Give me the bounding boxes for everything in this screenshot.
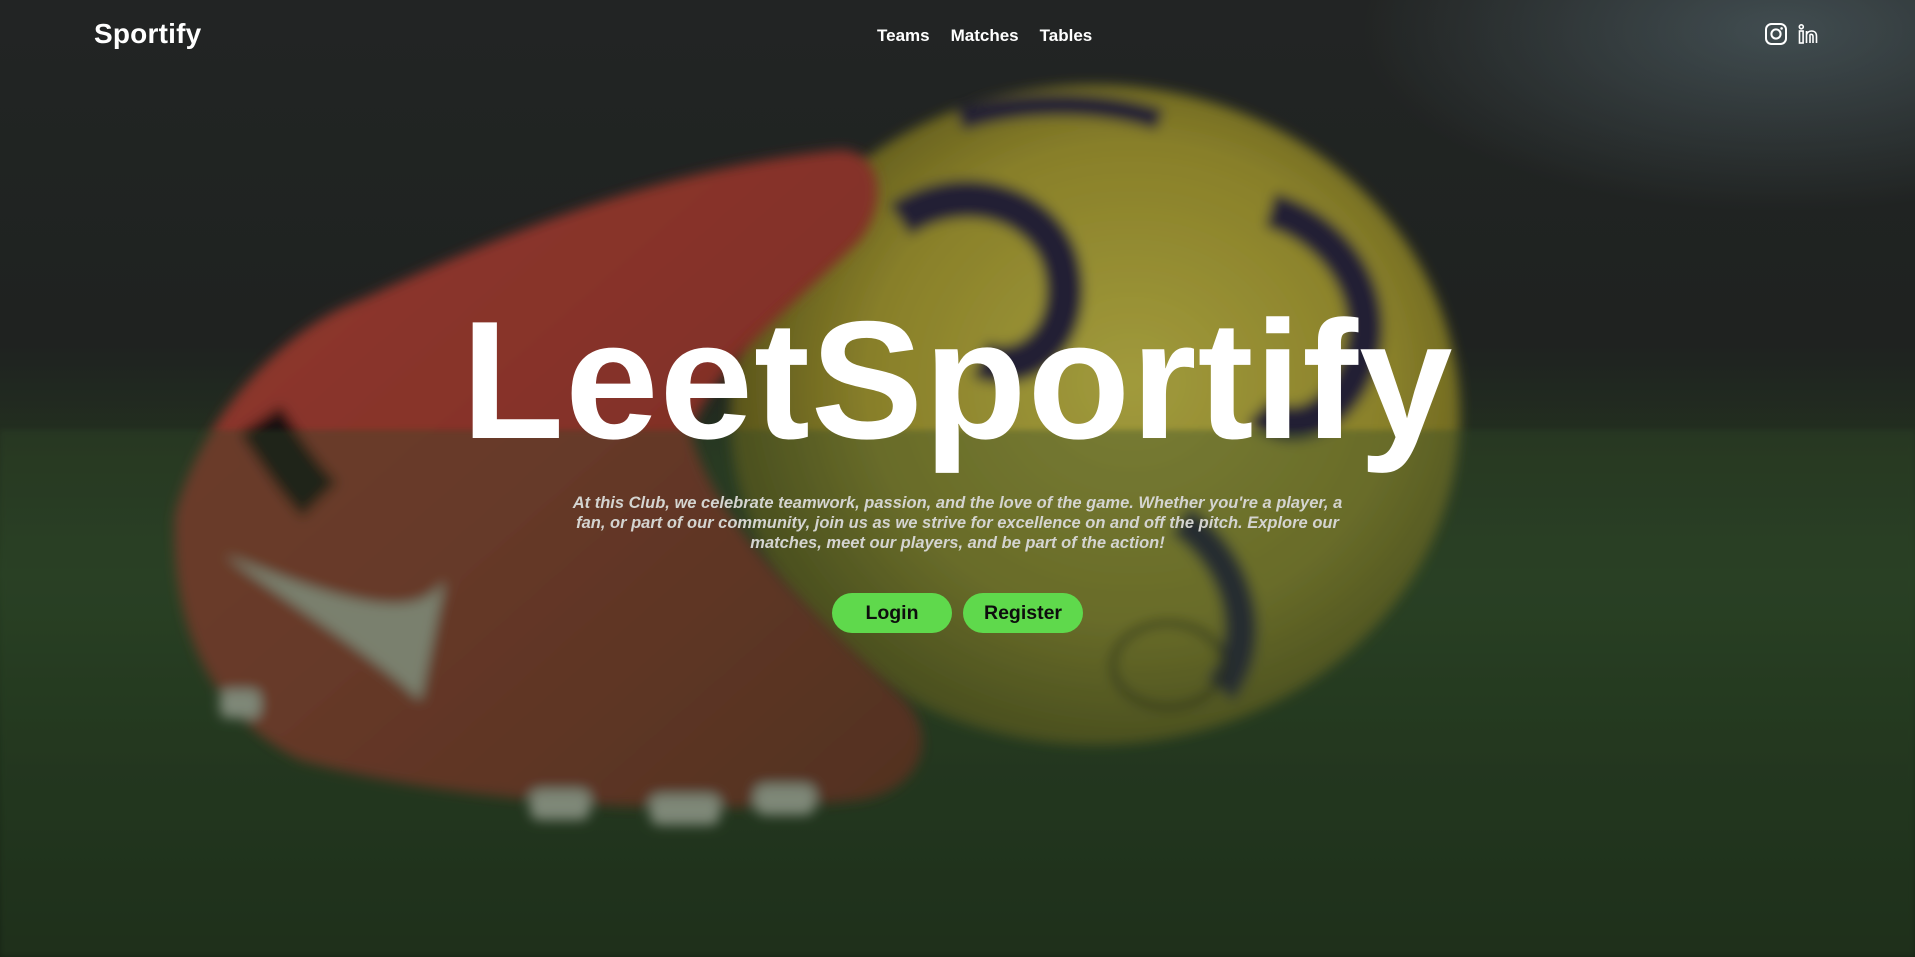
hero-tagline: At this Club, we celebrate teamwork, pas… bbox=[572, 494, 1343, 552]
login-button[interactable]: Login bbox=[832, 593, 952, 633]
hero-section: Sportify Teams Matches Tables LeetSporti… bbox=[0, 0, 1915, 957]
top-navbar: Sportify Teams Matches Tables bbox=[0, 0, 1915, 72]
register-button[interactable]: Register bbox=[963, 593, 1083, 633]
instagram-icon[interactable] bbox=[1764, 22, 1788, 51]
nav-link-tables[interactable]: Tables bbox=[1040, 26, 1093, 46]
linkedin-icon[interactable] bbox=[1797, 22, 1821, 51]
main-menu: Teams Matches Tables bbox=[877, 26, 1092, 46]
brand-logo[interactable]: Sportify bbox=[94, 18, 201, 50]
hero-title: LeetSportify bbox=[461, 286, 1454, 474]
hero-actions: Login Register bbox=[0, 593, 1915, 633]
nav-link-matches[interactable]: Matches bbox=[951, 26, 1019, 46]
nav-link-teams[interactable]: Teams bbox=[877, 26, 930, 46]
background-shade bbox=[0, 0, 1915, 957]
